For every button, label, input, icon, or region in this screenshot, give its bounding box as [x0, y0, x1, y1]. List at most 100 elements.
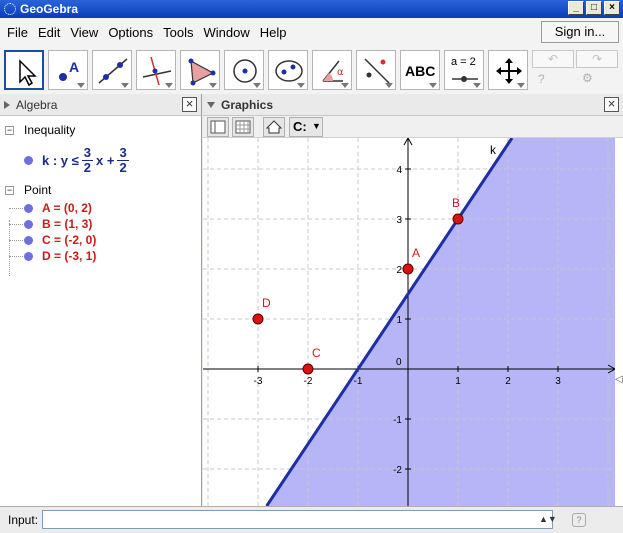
algebra-panel-header: Algebra × [0, 94, 201, 116]
collapse-toggle-icon[interactable]: − [5, 186, 14, 195]
x-tick-label: 1 [455, 376, 461, 387]
y-tick-label: -1 [393, 415, 402, 426]
title-bar: GeoGebra _ □ × [0, 0, 623, 18]
inequality-item-k[interactable]: k : y ≤ 3 2 x + 3 2 [0, 140, 201, 180]
x-tick-label: -2 [304, 376, 313, 387]
point-item-d[interactable]: D = (-3, 1) [0, 248, 201, 264]
home-icon [265, 120, 283, 134]
home-view-button[interactable] [263, 117, 285, 137]
reflect-tool-button[interactable] [356, 50, 396, 90]
y-tick-label: 4 [396, 165, 402, 176]
close-algebra-button[interactable]: × [182, 97, 197, 112]
gear-icon[interactable]: ⚙ [582, 71, 593, 85]
close-graphics-button[interactable]: × [604, 97, 619, 112]
svg-text:α: α [337, 67, 344, 78]
collapse-arrow-icon[interactable] [4, 100, 10, 109]
point-label: B = (1, 3) [42, 217, 93, 231]
conic-tool-button[interactable] [268, 50, 308, 90]
point-item-c[interactable]: C = (-2, 0) [0, 232, 201, 248]
x-tick-label: 3 [555, 376, 561, 387]
point-capturing-dropdown[interactable]: C: ▼ [289, 117, 323, 137]
input-field[interactable] [42, 510, 553, 529]
perpendicular-tool-button[interactable] [136, 50, 176, 90]
menu-help[interactable]: Help [255, 25, 292, 40]
input-help-icon[interactable]: ? [572, 513, 586, 527]
input-bar: Input: ▲▼ ? [0, 506, 623, 533]
graphics-style-bar: C: ▼ [203, 116, 623, 138]
move-tool-button[interactable] [4, 50, 44, 90]
algebra-tree: − Inequality k : y ≤ 3 2 x + 3 2 − Point… [0, 116, 201, 276]
toggle-grid-button[interactable] [232, 117, 254, 137]
angle-tool-button[interactable]: α [312, 50, 352, 90]
graphics-svg: -3 -2 -1 0 1 2 3 4 3 2 1 -1 -2 k A B C D [203, 138, 615, 506]
close-window-button[interactable]: × [604, 1, 620, 15]
toggle-axes-button[interactable] [207, 117, 229, 137]
fraction-numerator: 3 [117, 144, 129, 161]
fraction-slope: 3 2 [81, 144, 93, 175]
text-tool-label: ABC [405, 63, 436, 79]
circle-tool-button[interactable] [224, 50, 264, 90]
fraction-denominator: 2 [119, 159, 127, 175]
line-k-label: k [490, 143, 497, 157]
graphics-canvas[interactable]: -3 -2 -1 0 1 2 3 4 3 2 1 -1 -2 k A B C D [203, 138, 615, 506]
polygon-tool-button[interactable] [180, 50, 220, 90]
svg-text:A: A [69, 59, 79, 75]
move-view-tool-button[interactable] [488, 50, 528, 90]
point-label: A = (0, 2) [42, 201, 92, 215]
visibility-toggle-icon[interactable] [24, 252, 33, 261]
point-category-label: Point [24, 183, 52, 197]
line-tool-button[interactable] [92, 50, 132, 90]
point-item-b[interactable]: B = (1, 3) [0, 216, 201, 232]
point-a [402, 263, 414, 275]
text-tool-button[interactable]: ABC [400, 50, 440, 90]
visibility-toggle-icon[interactable] [24, 220, 33, 229]
point-item-a[interactable]: A = (0, 2) [0, 200, 201, 216]
y-tick-label: 2 [396, 265, 402, 276]
collapse-toggle-icon[interactable]: − [5, 126, 14, 135]
inequality-middle: x + [96, 152, 115, 168]
algebra-panel: Algebra × − Inequality k : y ≤ 3 2 x + 3… [0, 94, 202, 506]
minimize-button[interactable]: _ [568, 1, 584, 15]
inequality-category[interactable]: − Inequality [0, 120, 201, 140]
chevron-down-icon: ▼ [312, 121, 321, 131]
menu-window[interactable]: Window [198, 25, 254, 40]
solution-region [266, 138, 615, 506]
axes-icon [210, 120, 226, 134]
menu-view[interactable]: View [65, 25, 103, 40]
expand-side-arrow-icon[interactable]: ◁ [615, 374, 623, 390]
input-label: Input: [8, 513, 39, 527]
input-history-arrow-icon[interactable]: ▲▼ [539, 514, 557, 524]
sign-in-button[interactable]: Sign in... [541, 21, 619, 43]
graphics-panel-header: Graphics × [203, 94, 623, 116]
point-label: D = (-3, 1) [42, 249, 97, 263]
geogebra-logo-icon [4, 3, 16, 15]
visibility-toggle-icon[interactable] [24, 156, 33, 165]
x-tick-label: 0 [396, 357, 402, 368]
x-tick-label: -3 [254, 376, 263, 387]
point-d [252, 313, 264, 325]
visibility-toggle-icon[interactable] [24, 236, 33, 245]
point-c [302, 363, 314, 375]
menu-file[interactable]: File [2, 25, 33, 40]
fraction-numerator: 3 [81, 144, 93, 161]
collapse-arrow-icon[interactable] [207, 101, 215, 108]
menu-tools[interactable]: Tools [158, 25, 198, 40]
point-tool-button[interactable]: A [48, 50, 88, 90]
menu-edit[interactable]: Edit [33, 25, 65, 40]
slider-tool-button[interactable]: a = 2 [444, 50, 484, 90]
redo-button[interactable]: ↷ [576, 50, 618, 68]
y-tick-label: -2 [393, 465, 402, 476]
visibility-toggle-icon[interactable] [24, 204, 33, 213]
undo-button[interactable]: ↶ [532, 50, 574, 68]
menu-options[interactable]: Options [103, 25, 158, 40]
point-label-b: B [452, 196, 460, 210]
point-label-d: D [262, 296, 271, 310]
point-label-c: C [312, 346, 321, 360]
inequality-lhs: k : y ≤ [42, 152, 79, 168]
point-category[interactable]: − Point [0, 180, 201, 200]
graphics-panel-title: Graphics [221, 97, 274, 112]
help-icon[interactable]: ? [538, 72, 545, 86]
cursor-arrow-icon [19, 59, 37, 87]
point-capturing-icon: C: [293, 119, 307, 134]
maximize-button[interactable]: □ [586, 1, 602, 15]
